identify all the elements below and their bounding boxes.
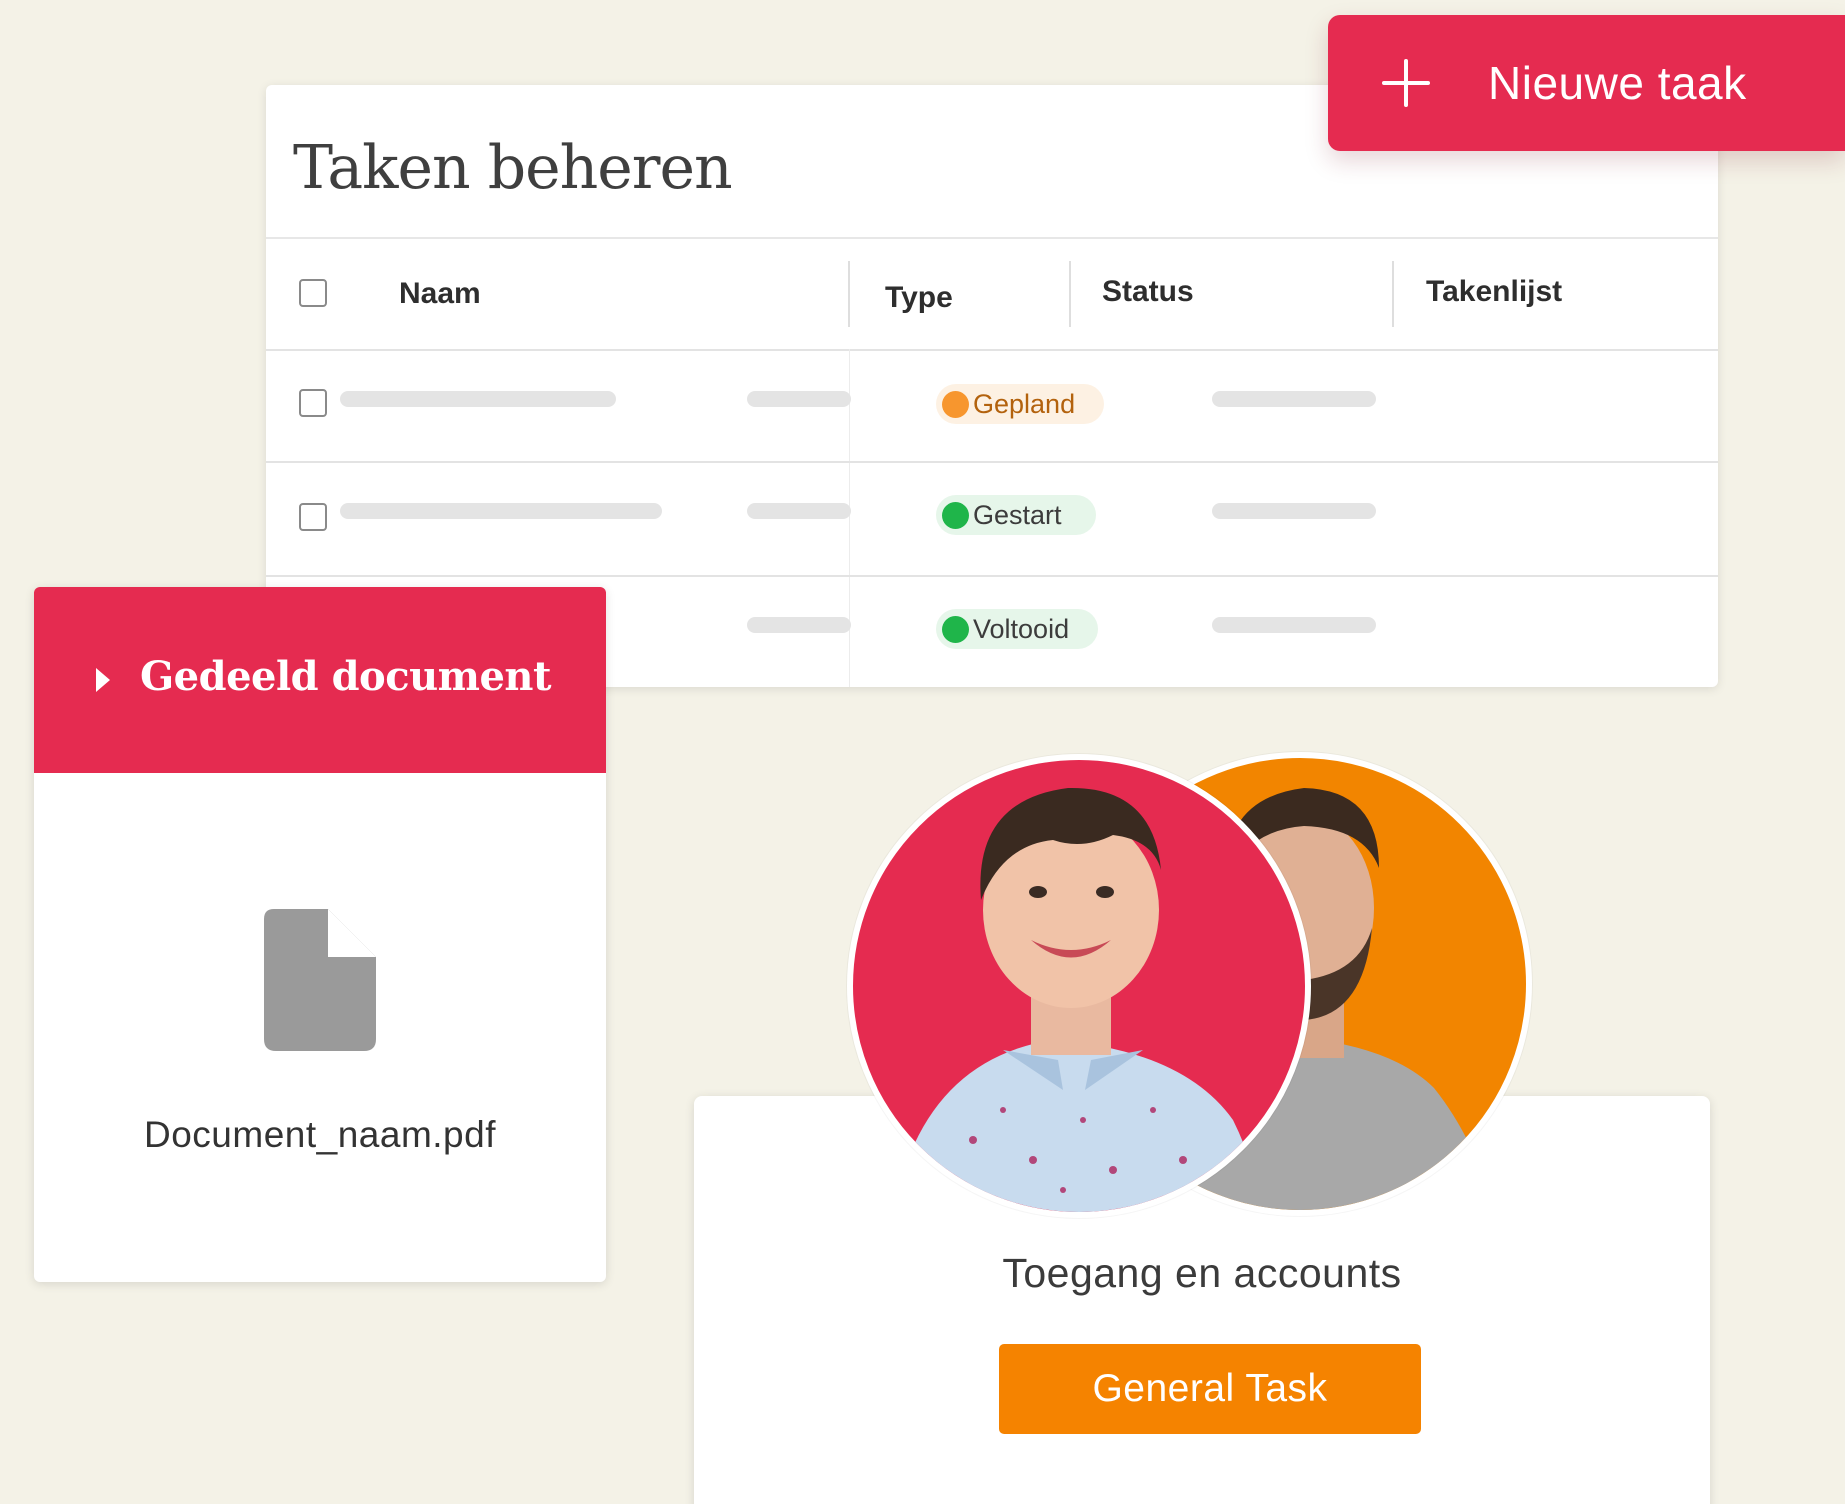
list-placeholder [1212,391,1376,407]
column-header-takenlijst[interactable]: Takenlijst [1426,237,1562,347]
general-task-button[interactable]: General Task [999,1344,1421,1434]
table-row[interactable]: Gestart [266,463,1718,577]
status-label: Gepland [973,388,1076,419]
column-divider[interactable] [848,261,850,327]
caret-right-icon [96,668,110,692]
list-placeholder [1212,617,1376,633]
table-header: Naam Type Status Takenlijst [266,239,1718,351]
type-placeholder [747,391,851,407]
document-header[interactable]: Gedeeld document [34,587,606,773]
column-header-status[interactable]: Status [1102,237,1194,347]
status-badge: Gepland [936,384,1104,424]
status-label: Voltooid [973,613,1070,644]
page-title: Taken beheren [293,133,733,203]
row-checkbox[interactable] [299,389,327,417]
column-header-type[interactable]: Type [885,243,953,353]
status-dot-icon [942,501,969,529]
person-illustration [893,787,1263,1212]
access-title: Toegang en accounts [1002,1250,1402,1296]
canvas: Taken beheren Naam Type Status Takenlijs… [0,0,1845,1504]
select-all-checkbox[interactable] [299,279,327,307]
name-placeholder [340,391,616,407]
status-dot-icon [942,615,969,643]
row-checkbox[interactable] [299,503,327,531]
file-icon[interactable] [264,909,376,1051]
status-dot-icon [942,390,969,418]
avatar [847,754,1311,1218]
column-divider[interactable] [1069,261,1071,327]
list-placeholder [1212,503,1376,519]
status-label: Gestart [973,499,1062,530]
status-badge: Gestart [936,495,1096,535]
new-task-button[interactable]: Nieuwe taak [1328,15,1845,151]
status-badge: Voltooid [936,609,1098,649]
file-name[interactable]: Document_naam.pdf [34,1114,606,1156]
new-task-label: Nieuwe taak [1488,57,1747,109]
table-row[interactable]: Gepland [266,349,1718,463]
name-placeholder [340,503,662,519]
plus-icon [1382,59,1430,107]
shared-document-card: Gedeeld document Document_naam.pdf [34,587,606,1282]
type-placeholder [747,503,851,519]
type-placeholder [747,617,851,633]
column-header-naam[interactable]: Naam [399,239,481,349]
document-title: Gedeeld document [140,653,551,700]
column-divider[interactable] [1392,261,1394,327]
